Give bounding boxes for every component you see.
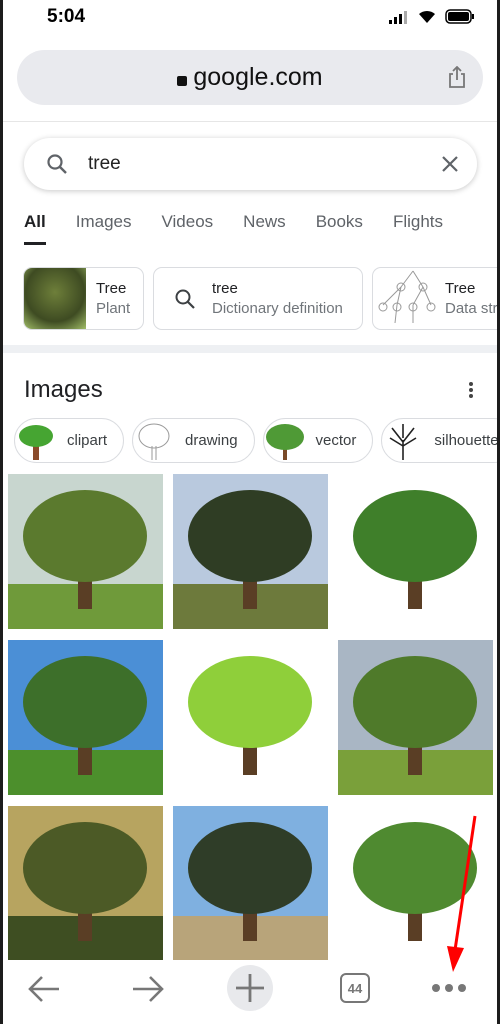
chip-clipart[interactable]: clipart [14, 418, 125, 463]
card-dictionary[interactable]: tree Dictionary definition [153, 267, 363, 330]
card-subtitle: Plant [96, 300, 131, 317]
chip-silhouette[interactable]: silhouette [381, 418, 497, 463]
card-title: Tree [445, 280, 476, 297]
chip-vector[interactable]: vector [262, 418, 374, 463]
image-filter-chips: clipart drawing vector silhouette [14, 418, 497, 463]
tab-switcher-button[interactable]: 44 [340, 973, 370, 1003]
signal-icon [389, 10, 407, 24]
card-data-structure[interactable]: Tree Data stru [372, 267, 497, 330]
lock-icon [177, 75, 188, 86]
search-input[interactable]: tree [24, 138, 477, 190]
card-subtitle: Data stru [445, 300, 497, 317]
card-tree-plant[interactable]: Tree Plant [23, 267, 144, 330]
tab-images[interactable]: Images [76, 212, 132, 245]
image-result[interactable] [338, 806, 493, 961]
tree-image [338, 806, 493, 961]
image-result[interactable] [173, 640, 328, 795]
tree-image [173, 474, 328, 629]
tree-image [173, 640, 328, 795]
more-menu-icon[interactable] [431, 982, 467, 994]
share-icon[interactable] [447, 66, 467, 88]
tab-count: 44 [347, 980, 363, 996]
clear-icon[interactable] [441, 155, 459, 173]
tab-videos[interactable]: Videos [161, 212, 213, 245]
battery-icon [445, 9, 474, 24]
browser-toolbar: 44 [3, 960, 497, 1024]
forward-icon[interactable] [131, 974, 165, 1004]
vector-tree-thumbnail [265, 423, 304, 460]
divider [3, 121, 497, 122]
back-icon[interactable] [27, 974, 61, 1004]
phone-screen: 5:04 google.com tree All Images Videos N… [3, 0, 497, 1024]
clipart-tree-thumbnail [19, 424, 53, 460]
image-results-grid [8, 474, 493, 961]
tree-image [173, 806, 328, 961]
chip-label: silhouette [434, 432, 497, 449]
images-heading: Images [24, 376, 103, 403]
knowledge-cards: Tree Plant tree Dictionary definition Tree… [23, 267, 497, 330]
image-result[interactable] [173, 806, 328, 961]
search-icon [47, 154, 67, 174]
tab-news[interactable]: News [243, 212, 286, 245]
tab-books[interactable]: Books [316, 212, 363, 245]
search-icon [175, 289, 195, 309]
image-result[interactable] [338, 474, 493, 629]
search-tabs: All Images Videos News Books Flights [24, 212, 473, 245]
card-subtitle: Dictionary definition [212, 300, 343, 317]
section-divider [3, 345, 497, 353]
url-text: google.com [193, 63, 323, 91]
card-title: tree [212, 280, 238, 297]
tree-image [338, 474, 493, 629]
clock: 5:04 [47, 6, 86, 27]
tree-image [8, 474, 163, 629]
silhouette-tree-thumbnail [389, 423, 417, 460]
card-title: Tree [96, 280, 127, 297]
tree-diagram-icon [378, 270, 436, 324]
tab-flights[interactable]: Flights [393, 212, 443, 245]
image-result[interactable] [8, 640, 163, 795]
wifi-icon [419, 10, 435, 23]
chip-label: clipart [67, 432, 108, 449]
drawing-tree-thumbnail [138, 423, 170, 460]
status-bar: 5:04 [3, 0, 497, 40]
search-query: tree [88, 153, 121, 174]
image-result[interactable] [338, 640, 493, 795]
new-tab-icon[interactable] [227, 965, 273, 1011]
chip-label: drawing [185, 432, 238, 449]
image-result[interactable] [173, 474, 328, 629]
chip-drawing[interactable]: drawing [132, 418, 255, 463]
tree-image [338, 640, 493, 795]
image-result[interactable] [8, 806, 163, 961]
tab-all[interactable]: All [24, 212, 46, 245]
image-result[interactable] [8, 474, 163, 629]
address-bar[interactable]: google.com [17, 50, 483, 105]
tree-image [8, 806, 163, 961]
tree-image [8, 640, 163, 795]
more-options-icon[interactable] [468, 381, 474, 399]
tree-thumbnail [24, 268, 86, 329]
chip-label: vector [315, 432, 357, 449]
